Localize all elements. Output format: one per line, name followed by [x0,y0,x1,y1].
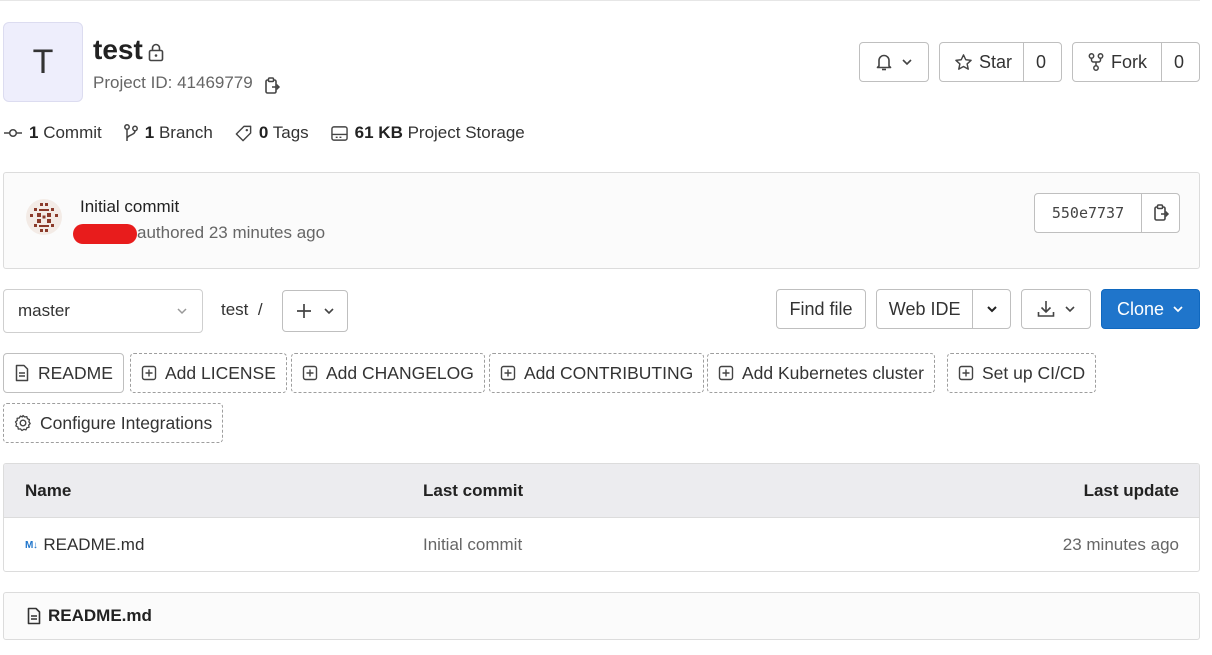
file-last-update: 23 minutes ago [1062,535,1179,554]
column-last-commit: Last commit [423,480,524,500]
commit-sha-group: 550e7737 [1034,193,1180,233]
star-count[interactable]: 0 [1023,43,1058,81]
plus-square-icon [500,365,516,381]
commit-title-link[interactable]: Initial commit [80,197,179,217]
lock-icon [147,42,165,62]
branch-selector[interactable]: master [3,289,203,333]
chevron-down-icon [176,306,188,316]
markdown-icon: M↓ [25,539,38,551]
clone-label: Clone [1116,298,1165,319]
commit-icon [3,127,23,139]
commit-count: 1 [29,123,39,142]
commit-label: Commit [43,123,102,142]
plus-icon [295,302,313,320]
column-name: Name [25,480,72,500]
web-ide-button[interactable]: Web IDE [877,290,972,328]
fork-count[interactable]: 0 [1161,43,1196,81]
readme-title[interactable]: README.md [48,606,152,626]
redacted-author-name [73,224,137,244]
fork-button-group: Fork 0 [1072,42,1200,82]
breadcrumb: test / [221,300,263,320]
web-ide-group: Web IDE [876,289,1011,329]
star-label: Star [979,51,1013,72]
commit-sha[interactable]: 550e7737 [1035,194,1141,232]
star-icon [954,53,973,72]
table-row[interactable]: M↓ README.md Initial commit 23 minutes a… [4,518,1199,571]
chevron-down-icon [901,57,913,67]
add-contributing-button[interactable]: Add CONTRIBUTING [489,353,705,393]
clone-button[interactable]: Clone [1101,289,1200,329]
storage-label: Project Storage [407,123,525,142]
notification-button[interactable] [859,42,929,82]
top-divider [0,0,1200,1]
copy-project-id-icon[interactable] [263,76,281,96]
bell-icon [875,52,893,72]
fork-label: Fork [1111,51,1147,72]
readme-header: README.md [3,592,1200,640]
add-kubernetes-cluster-button[interactable]: Add Kubernetes cluster [707,353,935,393]
project-stats: 1 Commit 1 Branch 0 Tags 61 KB Project S… [3,120,546,146]
download-icon [1036,299,1056,319]
chevron-down-icon [986,304,998,314]
branch-name: master [18,301,70,320]
fork-button[interactable]: Fork [1073,43,1161,81]
commit-meta: authored 23 minutes ago [137,223,326,242]
branch-count: 1 [144,123,155,142]
project-title[interactable]: test [93,34,143,66]
fork-icon [1087,52,1105,72]
branch-label: Branch [158,123,213,142]
file-last-commit-link[interactable]: Initial commit [423,518,522,571]
project-avatar[interactable]: T [3,22,83,102]
add-license-button[interactable]: Add LICENSE [130,353,287,393]
storage-icon [330,125,349,142]
star-button-group: Star 0 [939,42,1062,82]
add-to-tree-button[interactable] [282,290,348,332]
tag-label: Tags [272,123,309,142]
branch-icon [123,123,139,143]
tag-count: 0 [258,123,269,142]
download-button[interactable] [1021,289,1091,329]
copy-sha-button[interactable] [1141,194,1179,232]
file-icon [14,364,30,382]
file-name-link[interactable]: README.md [43,535,144,555]
commit-author-avatar[interactable] [26,199,62,235]
table-header: Name Last commit Last update [4,464,1199,518]
project-id: Project ID: 41469779 [93,73,253,92]
plus-square-icon [141,365,157,381]
breadcrumb-project[interactable]: test / [221,300,263,319]
stat-commits[interactable]: 1 Commit [3,123,102,143]
add-changelog-button[interactable]: Add CHANGELOG [291,353,485,393]
chevron-down-icon [323,306,335,316]
readme-button[interactable]: README [3,353,124,393]
file-name-cell: M↓ README.md [25,518,144,571]
star-button[interactable]: Star [940,43,1023,81]
storage-size: 61 KB [354,123,403,142]
tag-icon [234,124,253,143]
stat-storage[interactable]: 61 KB Project Storage [330,123,525,143]
latest-commit-panel: Initial commit authored 23 minutes ago 5… [3,172,1200,269]
chevron-down-icon [1172,304,1184,314]
find-file-button[interactable]: Find file [776,289,866,329]
settings-icon [14,414,32,432]
plus-square-icon [302,365,318,381]
copy-icon [1152,203,1170,223]
plus-square-icon [718,365,734,381]
chevron-down-icon [1064,304,1076,314]
web-ide-dropdown[interactable] [972,290,1010,328]
file-icon [26,607,42,625]
column-last-update: Last update [1083,480,1179,500]
stat-tags[interactable]: 0 Tags [234,123,309,143]
plus-square-icon [958,365,974,381]
file-tree-table: Name Last commit Last update M↓ README.m… [3,463,1200,572]
setup-ci-cd-button[interactable]: Set up CI/CD [947,353,1097,393]
configure-integrations-button[interactable]: Configure Integrations [3,403,224,443]
stat-branches[interactable]: 1 Branch [123,123,213,143]
